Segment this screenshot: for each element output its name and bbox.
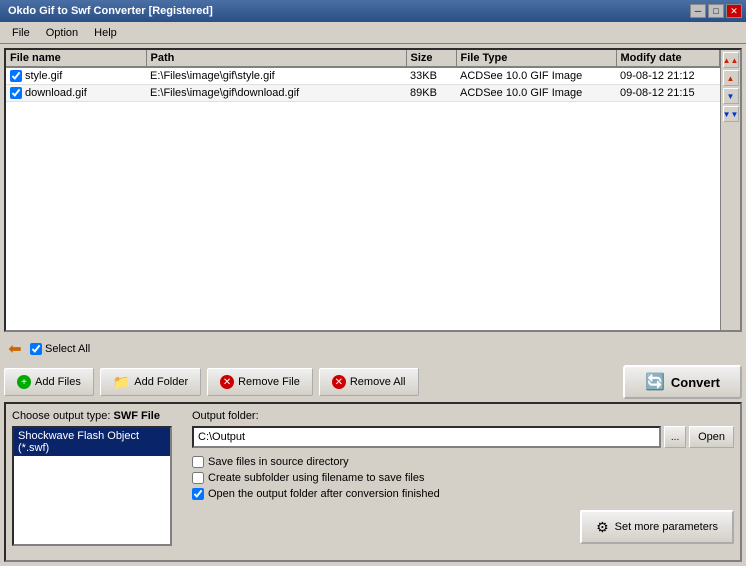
col-filetype: File Type (456, 50, 616, 67)
menu-option[interactable]: Option (38, 25, 86, 41)
row-checkbox-1[interactable] (10, 87, 22, 99)
col-size: Size (406, 50, 456, 67)
convert-label: Convert (671, 375, 720, 390)
restore-button[interactable]: □ (708, 4, 724, 18)
minimize-button[interactable]: ─ (690, 4, 706, 18)
scroll-buttons: ▲▲ ▲ ▼ ▼▼ (720, 50, 740, 330)
bottom-panel: Choose output type: SWF File Shockwave F… (4, 402, 742, 562)
main-content: File name Path Size File Type Modify dat… (0, 44, 746, 566)
cell-modifydate: 09-08-12 21:12 (616, 67, 720, 85)
title-icons: ─ □ ✕ (690, 4, 742, 18)
title-text: Okdo Gif to Swf Converter [Registered] (4, 5, 213, 17)
output-type-panel: Choose output type: SWF File Shockwave F… (12, 410, 182, 554)
browse-button[interactable]: ... (664, 426, 686, 448)
output-type-option-swf[interactable]: Shockwave Flash Object (*.swf) (14, 428, 170, 456)
remove-file-button[interactable]: ✕ Remove File (207, 368, 313, 396)
output-type-label: Choose output type: SWF File (12, 410, 182, 422)
cell-size: 33KB (406, 67, 456, 85)
create-subfolder-label: Create subfolder using filename to save … (208, 472, 424, 484)
open-after-conversion-row: Open the output folder after conversion … (192, 488, 734, 500)
table-row: style.gifE:\Files\image\gif\style.gif33K… (6, 67, 720, 85)
cell-path: E:\Files\image\gif\style.gif (146, 67, 406, 85)
add-folder-label: Add Folder (134, 376, 188, 388)
gear-icon: ⚙ (596, 519, 609, 536)
menu-help[interactable]: Help (86, 25, 125, 41)
remove-all-button[interactable]: ✕ Remove All (319, 368, 419, 396)
save-in-source-row: Save files in source directory (192, 456, 734, 468)
set-params-button[interactable]: ⚙ Set more parameters (580, 510, 734, 544)
save-in-source-label: Save files in source directory (208, 456, 349, 468)
cell-path: E:\Files\image\gif\download.gif (146, 85, 406, 102)
scroll-bottom-button[interactable]: ▼▼ (723, 106, 739, 122)
cell-filetype: ACDSee 10.0 GIF Image (456, 85, 616, 102)
remove-all-label: Remove All (350, 376, 406, 388)
convert-icon: 🔄 (645, 372, 665, 392)
select-all-checkbox[interactable] (30, 343, 42, 355)
set-params-label: Set more parameters (615, 521, 718, 533)
create-subfolder-row: Create subfolder using filename to save … (192, 472, 734, 484)
back-arrow[interactable]: ⬅ (4, 338, 26, 360)
output-folder-label: Output folder: (192, 410, 734, 422)
file-table-container: File name Path Size File Type Modify dat… (4, 48, 742, 332)
select-all-label[interactable]: Select All (30, 343, 90, 355)
scroll-up-button[interactable]: ▲ (723, 70, 739, 86)
create-subfolder-checkbox[interactable] (192, 472, 204, 484)
add-files-icon: + (17, 375, 31, 389)
file-table: File name Path Size File Type Modify dat… (6, 50, 720, 330)
remove-file-label: Remove File (238, 376, 300, 388)
open-button[interactable]: Open (689, 426, 734, 448)
col-modifydate: Modify date (616, 50, 720, 67)
menu-file[interactable]: File (4, 25, 38, 41)
menu-bar: File Option Help (0, 22, 746, 44)
output-type-list[interactable]: Shockwave Flash Object (*.swf) (12, 426, 172, 546)
table-row: download.gifE:\Files\image\gif\download.… (6, 85, 720, 102)
remove-file-icon: ✕ (220, 375, 234, 389)
select-all-text: Select All (45, 343, 90, 355)
scroll-top-button[interactable]: ▲▲ (723, 52, 739, 68)
output-folder-input[interactable] (192, 426, 661, 448)
remove-all-icon: ✕ (332, 375, 346, 389)
output-folder-panel: Output folder: ... Open Save files in so… (192, 410, 734, 554)
open-after-conversion-checkbox[interactable] (192, 488, 204, 500)
convert-button[interactable]: 🔄 Convert (623, 365, 742, 399)
file-table-body: style.gifE:\Files\image\gif\style.gif33K… (6, 67, 720, 102)
cell-filename: download.gif (6, 85, 146, 102)
save-in-source-checkbox[interactable] (192, 456, 204, 468)
add-files-button[interactable]: + Add Files (4, 368, 94, 396)
cell-filetype: ACDSee 10.0 GIF Image (456, 67, 616, 85)
cell-size: 89KB (406, 85, 456, 102)
title-bar: Okdo Gif to Swf Converter [Registered] ─… (0, 0, 746, 22)
files-table: File name Path Size File Type Modify dat… (6, 50, 720, 102)
cell-filename: style.gif (6, 67, 146, 85)
row-checkbox-0[interactable] (10, 70, 22, 82)
col-path: Path (146, 50, 406, 67)
folder-row: ... Open (192, 426, 734, 448)
close-button[interactable]: ✕ (726, 4, 742, 18)
toolbar-row: ⬅ Select All (4, 336, 742, 362)
cell-modifydate: 09-08-12 21:15 (616, 85, 720, 102)
add-folder-button[interactable]: 📁 Add Folder (100, 368, 201, 396)
open-after-conversion-label: Open the output folder after conversion … (208, 488, 440, 500)
col-filename: File name (6, 50, 146, 67)
add-folder-icon: 📁 (113, 374, 130, 391)
scroll-down-button[interactable]: ▼ (723, 88, 739, 104)
add-files-label: Add Files (35, 376, 81, 388)
action-row: + Add Files 📁 Add Folder ✕ Remove File ✕… (4, 366, 742, 398)
